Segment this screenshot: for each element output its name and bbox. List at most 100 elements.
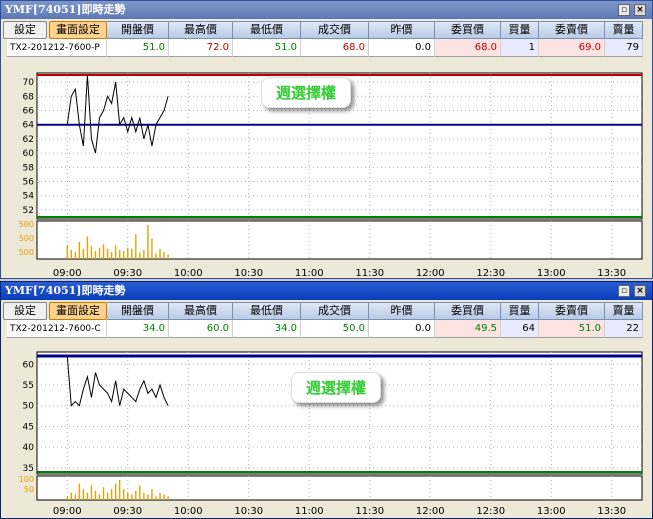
- quote-values: TX2-201212-7600-P 51.0 72.0 51.0 68.0 0.…: [1, 39, 652, 57]
- y-tick-label: 62: [23, 135, 34, 145]
- window-put: YMF[74051]即時走勢 ▫ × 設定 畫面設定 開盤價 最高價 最低價 成…: [0, 0, 653, 279]
- value-ask: 69.0: [539, 39, 605, 57]
- x-tick-label: 10:30: [234, 268, 263, 279]
- header-bid: 委買價: [435, 302, 501, 320]
- header-prev: 昨價: [369, 302, 435, 320]
- value-bid: 49.5: [435, 320, 501, 338]
- x-tick-label: 09:00: [53, 268, 82, 279]
- value-low: 34.0: [233, 320, 301, 338]
- value-ask-qty: 22: [605, 320, 643, 338]
- y-tick-label: 58: [23, 163, 35, 173]
- title-bar[interactable]: YMF[74051]即時走勢: [1, 1, 652, 19]
- y-tick-label: 50: [23, 402, 35, 412]
- x-tick-label: 10:00: [174, 268, 203, 279]
- x-tick-label: 12:00: [416, 506, 445, 517]
- quote-header: 設定 畫面設定 開盤價 最高價 最低價 成交價 昨價 委買價 買量 委賣價 賣量: [1, 302, 652, 320]
- x-tick-label: 12:00: [416, 268, 445, 279]
- x-tick-label: 13:00: [537, 268, 566, 279]
- x-tick-label: 09:00: [53, 506, 82, 517]
- header-high: 最高價: [169, 302, 233, 320]
- window-title: YMF[74051]即時走勢: [5, 3, 126, 16]
- header-low: 最低價: [233, 21, 301, 39]
- header-bid-qty: 買量: [501, 302, 539, 320]
- value-prev: 0.0: [369, 320, 435, 338]
- y-tick-label: 54: [23, 192, 35, 202]
- settings-button[interactable]: 設定: [3, 302, 47, 320]
- x-tick-label: 12:30: [476, 268, 505, 279]
- screen-settings-button[interactable]: 畫面設定: [49, 21, 107, 39]
- x-tick-label: 09:30: [113, 268, 142, 279]
- volume-tick-label: 100: [19, 475, 34, 484]
- y-tick-label: 70: [23, 78, 35, 88]
- header-bid: 委買價: [435, 21, 501, 39]
- y-tick-label: 52: [23, 206, 34, 216]
- y-tick-label: 35: [23, 464, 34, 474]
- header-open: 開盤價: [107, 302, 169, 320]
- popup-label[interactable]: 週選擇權: [261, 77, 352, 108]
- header-bid-qty: 買量: [501, 21, 539, 39]
- x-tick-label: 13:30: [597, 506, 626, 517]
- x-tick-label: 13:30: [597, 268, 626, 279]
- header-ask-qty: 賣量: [605, 21, 643, 39]
- y-tick-label: 64: [23, 121, 35, 131]
- value-ask: 51.0: [539, 320, 605, 338]
- header-ask: 委賣價: [539, 302, 605, 320]
- popup-label[interactable]: 週選擇權: [291, 372, 382, 403]
- value-last: 68.0: [301, 39, 369, 57]
- header-high: 最高價: [169, 21, 233, 39]
- window-title: YMF[74051]即時走勢: [5, 284, 126, 297]
- value-prev: 0.0: [369, 39, 435, 57]
- y-tick-label: 60: [23, 149, 35, 159]
- value-open: 34.0: [107, 320, 169, 338]
- value-bid-qty: 64: [501, 320, 539, 338]
- x-tick-label: 09:30: [113, 506, 142, 517]
- x-tick-label: 11:00: [295, 268, 324, 279]
- y-tick-label: 45: [23, 422, 34, 432]
- volume-tick-label: 500: [19, 220, 34, 229]
- quote-values: TX2-201212-7600-C 34.0 60.0 34.0 50.0 0.…: [1, 320, 652, 338]
- settings-button[interactable]: 設定: [3, 21, 47, 39]
- header-ask: 委賣價: [539, 21, 605, 39]
- volume-tick-label: 500: [19, 248, 34, 257]
- header-ask-qty: 賣量: [605, 302, 643, 320]
- value-ask-qty: 79: [605, 39, 643, 57]
- header-last: 成交價: [301, 302, 369, 320]
- header-open: 開盤價: [107, 21, 169, 39]
- value-last: 50.0: [301, 320, 369, 338]
- x-tick-label: 10:30: [234, 506, 263, 517]
- value-bid: 68.0: [435, 39, 501, 57]
- title-bar[interactable]: YMF[74051]即時走勢: [1, 282, 652, 300]
- x-tick-label: 11:00: [295, 506, 324, 517]
- symbol-label: TX2-201212-7600-P: [7, 39, 107, 57]
- y-tick-label: 40: [23, 443, 35, 453]
- value-high: 72.0: [169, 39, 233, 57]
- x-tick-label: 10:00: [174, 506, 203, 517]
- y-tick-label: 66: [23, 107, 35, 117]
- quote-header: 設定 畫面設定 開盤價 最高價 最低價 成交價 昨價 委買價 買量 委賣價 賣量: [1, 21, 652, 39]
- header-low: 最低價: [233, 302, 301, 320]
- value-bid-qty: 1: [501, 39, 539, 57]
- close-icon[interactable]: ×: [634, 285, 646, 297]
- value-low: 51.0: [233, 39, 301, 57]
- volume-tick-label: 500: [19, 234, 34, 243]
- y-tick-label: 55: [23, 381, 34, 391]
- header-last: 成交價: [301, 21, 369, 39]
- close-icon[interactable]: ×: [634, 4, 646, 16]
- value-high: 60.0: [169, 320, 233, 338]
- minimize-icon[interactable]: ▫: [618, 285, 630, 297]
- header-prev: 昨價: [369, 21, 435, 39]
- screen-settings-button[interactable]: 畫面設定: [49, 302, 107, 320]
- price-chart[interactable]: 09:00 09:30 10:00 10:30 11:00 11:30 12:00 12:30…: [1, 340, 652, 518]
- x-tick-label: 11:30: [355, 268, 384, 279]
- minimize-icon[interactable]: ▫: [618, 4, 630, 16]
- window-call: YMF[74051]即時走勢 ▫ × 設定 畫面設定 開盤價 最高價 最低價 成…: [0, 281, 653, 519]
- x-tick-label: 11:30: [355, 506, 384, 517]
- x-tick-label: 12:30: [476, 506, 505, 517]
- y-tick-label: 68: [23, 92, 35, 102]
- x-tick-label: 13:00: [537, 506, 566, 517]
- symbol-label: TX2-201212-7600-C: [7, 320, 107, 338]
- value-open: 51.0: [107, 39, 169, 57]
- volume-tick-label: 50: [24, 485, 34, 494]
- y-tick-label: 56: [23, 178, 35, 188]
- y-tick-label: 60: [23, 360, 35, 370]
